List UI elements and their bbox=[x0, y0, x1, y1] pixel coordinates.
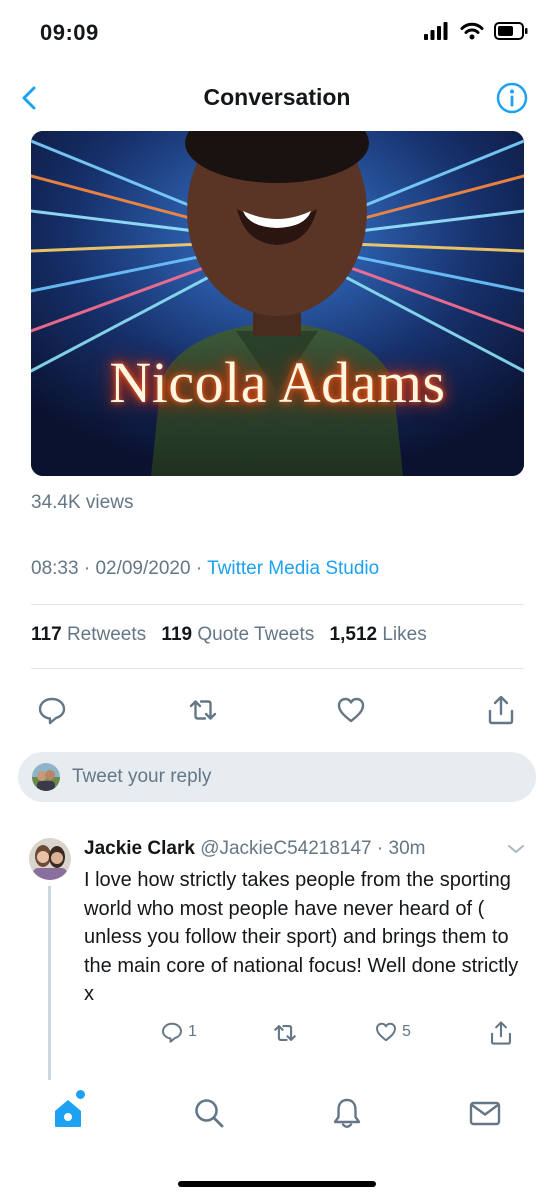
chevron-down-icon bbox=[508, 845, 524, 853]
tweet-source-link[interactable]: Twitter Media Studio bbox=[207, 558, 379, 579]
retweets-label: Retweets bbox=[66, 624, 147, 645]
divider bbox=[31, 604, 524, 605]
separator-dot: · bbox=[195, 558, 208, 579]
notification-dot bbox=[76, 1090, 85, 1099]
view-count: 34.4K views bbox=[31, 492, 134, 513]
retweets-stat[interactable]: 117 Retweets bbox=[31, 624, 146, 645]
share-button[interactable] bbox=[485, 694, 517, 726]
likes-label: Likes bbox=[382, 624, 427, 645]
battery-icon bbox=[494, 22, 528, 40]
status-bar: 09:09 bbox=[0, 0, 554, 66]
author-name[interactable]: Jackie Clark bbox=[84, 838, 195, 859]
info-icon bbox=[496, 82, 528, 114]
home-indicator[interactable] bbox=[178, 1181, 376, 1187]
author-handle[interactable]: @JackieC54218147 bbox=[200, 838, 371, 859]
tweet-date: 02/09/2020 bbox=[95, 558, 191, 579]
quote-tweets-count: 119 bbox=[161, 624, 193, 645]
signal-icon bbox=[424, 22, 448, 40]
separator-dot: · bbox=[83, 558, 96, 579]
thread-line bbox=[48, 886, 51, 1108]
like-count: 5 bbox=[402, 1023, 411, 1040]
heart-icon bbox=[337, 697, 365, 723]
tab-messages[interactable] bbox=[468, 1096, 502, 1130]
reply-header: Jackie Clark @JackieC54218147 · 30m bbox=[84, 838, 425, 860]
reply-share-button[interactable] bbox=[488, 1020, 514, 1046]
tab-home[interactable] bbox=[51, 1096, 85, 1130]
retweet-icon bbox=[189, 700, 217, 720]
tweet-video[interactable]: Nicola Adams bbox=[31, 131, 524, 476]
likes-stat[interactable]: 1,512 Likes bbox=[330, 624, 427, 645]
like-button[interactable] bbox=[335, 694, 367, 726]
status-icons bbox=[424, 22, 528, 40]
likes-count: 1,512 bbox=[329, 624, 378, 645]
avatar[interactable] bbox=[29, 838, 71, 880]
retweet-icon bbox=[274, 1025, 296, 1041]
reply-like-button[interactable]: 5 bbox=[374, 1020, 411, 1044]
bell-icon bbox=[333, 1098, 361, 1128]
reply-input[interactable]: Tweet your reply bbox=[18, 752, 536, 802]
status-time: 09:09 bbox=[40, 20, 99, 45]
page-title: Conversation bbox=[203, 84, 351, 110]
reply-author-avatar-image bbox=[29, 838, 71, 880]
video-title-overlay: Nicola Adams bbox=[109, 350, 446, 415]
reply-time: 30m bbox=[388, 838, 426, 859]
video-thumbnail bbox=[31, 131, 524, 476]
reply-reply-button[interactable]: 1 bbox=[160, 1020, 197, 1044]
reply-icon bbox=[38, 697, 66, 725]
home-icon bbox=[55, 1100, 81, 1127]
retweets-count: 117 bbox=[31, 624, 62, 645]
more-options-button[interactable] bbox=[506, 842, 526, 856]
tweet-timestamp: 08:33 · 02/09/2020 · Twitter Media Studi… bbox=[31, 558, 379, 580]
wifi-icon bbox=[460, 22, 484, 40]
tab-notifications[interactable] bbox=[330, 1096, 364, 1130]
navigation-bar: Conversation bbox=[0, 72, 554, 124]
quote-tweets-label: Quote Tweets bbox=[197, 624, 315, 645]
heart-icon bbox=[376, 1022, 396, 1042]
tweet-stats: 117 Retweets 119 Quote Tweets 1,512 Like… bbox=[31, 624, 427, 646]
reply-icon bbox=[162, 1022, 182, 1043]
mail-icon bbox=[469, 1101, 501, 1126]
divider bbox=[31, 668, 524, 669]
separator-dot: · bbox=[371, 838, 389, 859]
tweet-time: 08:33 bbox=[31, 558, 79, 579]
retweet-button[interactable] bbox=[187, 694, 219, 726]
reply-text: I love how strictly takes people from th… bbox=[84, 869, 519, 1005]
reply-count: 1 bbox=[188, 1023, 197, 1040]
reply-placeholder: Tweet your reply bbox=[72, 766, 212, 787]
search-icon bbox=[195, 1099, 224, 1128]
tweet-actions bbox=[0, 690, 554, 730]
user-avatar-image bbox=[32, 763, 60, 791]
reply-button[interactable] bbox=[36, 694, 68, 726]
reply-retweet-button[interactable] bbox=[272, 1020, 298, 1046]
tab-search[interactable] bbox=[192, 1096, 226, 1130]
reply-actions: 1 5 bbox=[0, 1020, 554, 1050]
info-button[interactable] bbox=[496, 82, 528, 114]
quote-tweets-stat[interactable]: 119 Quote Tweets bbox=[161, 624, 314, 645]
share-icon bbox=[491, 1021, 511, 1045]
avatar bbox=[32, 763, 60, 791]
tab-bar bbox=[0, 1080, 554, 1200]
share-icon bbox=[488, 695, 514, 725]
